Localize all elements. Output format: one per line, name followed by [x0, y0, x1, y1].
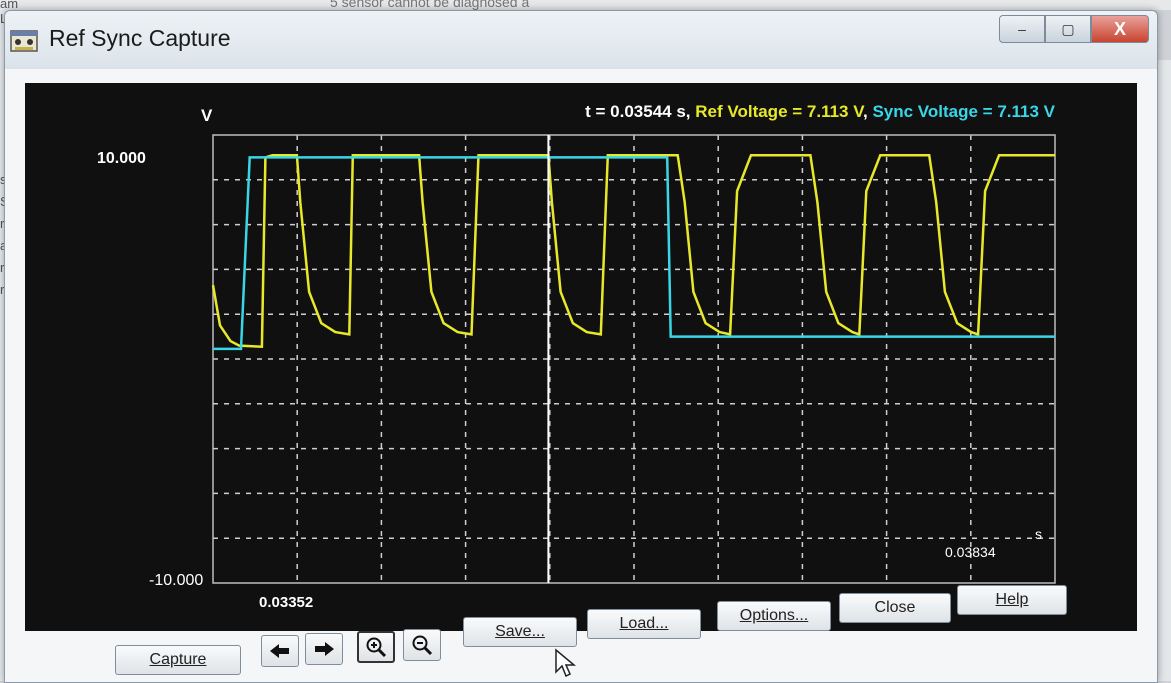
zoom-in-icon	[366, 637, 387, 658]
readout-ref-voltage: Ref Voltage = 7.113 V	[695, 102, 865, 121]
sync-voltage-series	[213, 156, 1055, 351]
zoom-in-button[interactable]	[357, 631, 395, 663]
save-button[interactable]: Save...	[463, 617, 577, 647]
background-window-top: 5 sensor cannot be diagnosed a	[0, 0, 1171, 10]
scope-plot-panel[interactable]: V 10.000 -10.000 0.03352 0.03834 s t = 0…	[25, 83, 1137, 631]
cursor-readout: t = 0.03544 s, Ref Voltage = 7.113 V, Sy…	[585, 102, 1056, 121]
zoom-out-icon	[412, 635, 433, 656]
help-button[interactable]: Help	[957, 585, 1067, 615]
close-window-button[interactable]: X	[1091, 15, 1149, 43]
capture-button[interactable]: Capture	[115, 645, 241, 675]
maximize-icon: ▢	[1061, 20, 1075, 37]
title-bar[interactable]: Ref Sync Capture – ▢ X	[5, 11, 1157, 69]
y-min-label: -10.000	[149, 572, 203, 589]
next-button[interactable]	[305, 633, 343, 665]
ref-sync-capture-window: Ref Sync Capture – ▢ X V 10.000 -10.000 …	[4, 10, 1158, 683]
window-title: Ref Sync Capture	[49, 25, 231, 51]
arrow-right-icon	[315, 642, 334, 656]
prev-button[interactable]	[261, 635, 299, 667]
x-max-label: 0.03834	[945, 544, 996, 560]
load-button[interactable]: Load...	[587, 609, 701, 639]
x-axis-unit-label: s	[1035, 526, 1042, 542]
x-min-label: 0.03352	[259, 594, 313, 611]
close-button[interactable]: Close	[839, 593, 951, 623]
close-icon: X	[1113, 18, 1126, 39]
y-axis-unit-label: V	[201, 106, 213, 125]
minimize-button[interactable]: –	[999, 15, 1045, 43]
zoom-out-button[interactable]	[403, 629, 441, 661]
readout-time: t = 0.03544 s,	[585, 102, 695, 121]
chart-grid	[213, 135, 1055, 583]
arrow-left-icon	[270, 644, 289, 658]
readout-separator: ,	[863, 102, 872, 121]
app-icon	[10, 30, 38, 52]
options-button[interactable]: Options...	[717, 601, 831, 631]
maximize-button[interactable]: ▢	[1045, 15, 1091, 43]
y-max-label: 10.000	[97, 150, 146, 167]
minimize-icon: –	[1018, 21, 1026, 37]
readout-sync-voltage: Sync Voltage = 7.113 V	[872, 102, 1055, 121]
voltage-chart[interactable]: V 10.000 -10.000 0.03352 0.03834 s t = 0…	[25, 83, 1137, 631]
mouse-pointer-icon	[555, 648, 577, 678]
background-text: 5 sensor cannot be diagnosed a	[330, 0, 530, 10]
